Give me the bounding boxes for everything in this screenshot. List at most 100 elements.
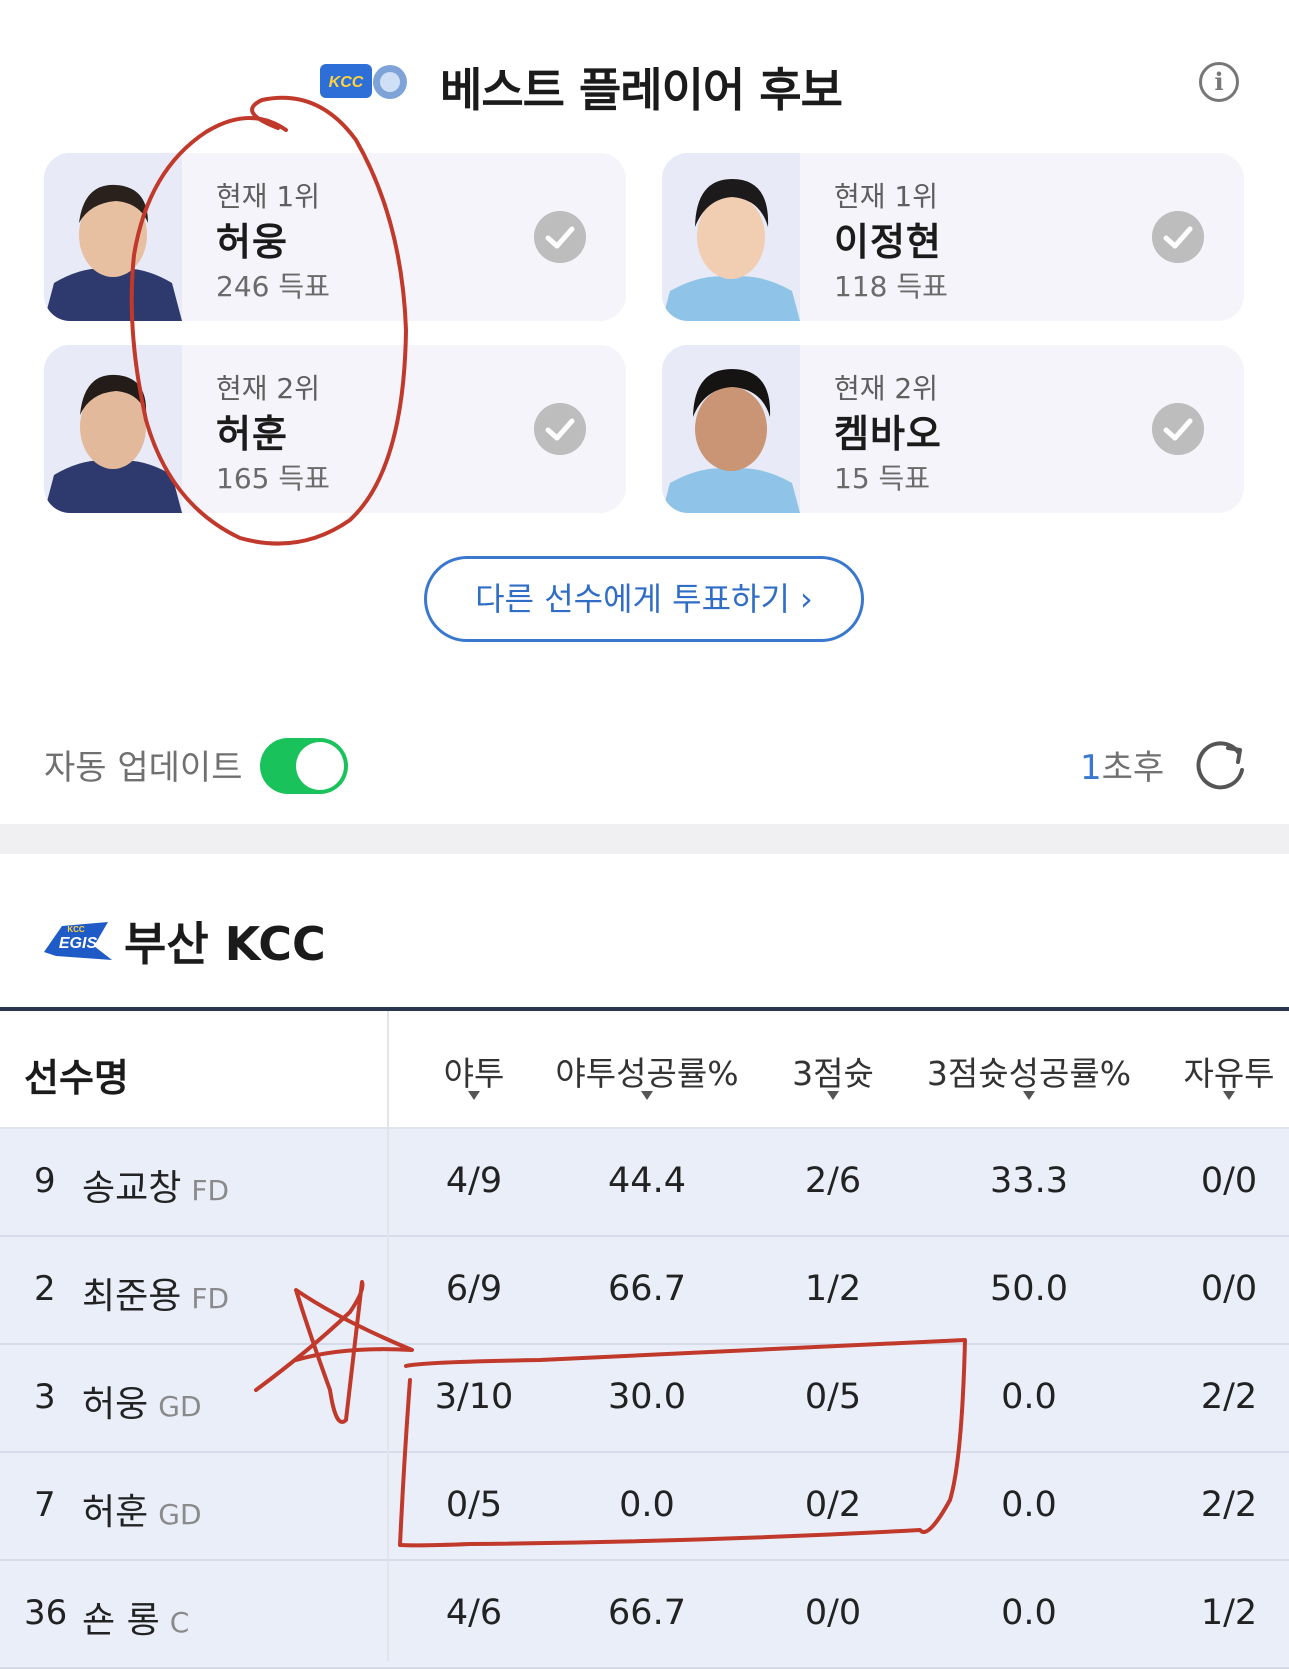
cell-fg: 6/9 [445, 1269, 503, 1309]
svg-text:EGIS: EGIS [59, 935, 98, 952]
candidate-name: 켐바오 [834, 412, 942, 456]
table-row[interactable]: 36 숀 롱 C 4/6 66.7 0/0 0.0 1/2 [0, 1561, 1289, 1669]
player-name-text: 송교창 [82, 1168, 182, 1209]
auto-update-label: 자동 업데이트 [44, 748, 243, 788]
info-icon[interactable]: i [1199, 62, 1239, 102]
candidate-card[interactable]: 현재 1위 이정현 118 득표 [662, 153, 1244, 321]
candidate-rank: 현재 1위 [216, 180, 320, 213]
player-number: 36 [24, 1593, 68, 1633]
candidate-rank: 현재 1위 [834, 180, 938, 213]
cell-ft: 1/2 [1200, 1593, 1258, 1633]
cell-three-pct: 33.3 [990, 1161, 1068, 1201]
refresh-icon[interactable] [1192, 736, 1250, 794]
column-header-ft[interactable]: 자유투 [1183, 1047, 1274, 1095]
candidate-name: 허웅 [216, 220, 288, 264]
table-header: 선수명 야투 야투성공률% 3점슛 3점슛성공률% 자유투 [0, 1011, 1289, 1129]
player-name-text: 허훈 [82, 1492, 149, 1533]
best-player-title: 베스트 플레이어 후보 [440, 63, 843, 117]
cell-ft: 2/2 [1200, 1485, 1258, 1525]
cell-three: 0/2 [804, 1485, 862, 1525]
table-row[interactable]: 3 허웅 GD 3/10 30.0 0/5 0.0 2/2 [0, 1345, 1289, 1453]
cell-fg: 4/9 [445, 1161, 503, 1201]
column-header-three-pct[interactable]: 3점슛성공률% [927, 1047, 1131, 1095]
team-name: 부산 KCC [124, 917, 326, 971]
cell-fg-pct: 66.7 [608, 1593, 686, 1633]
countdown-text: 1초후 [1080, 740, 1164, 789]
player-position: GD [158, 1390, 202, 1423]
player-name-text: 숀 롱 [82, 1600, 160, 1641]
cell-ft: 2/2 [1200, 1377, 1258, 1417]
player-photo [44, 345, 182, 513]
column-header-fg[interactable]: 야투 [444, 1047, 505, 1095]
column-header-fg-pct[interactable]: 야투성공률% [555, 1047, 738, 1095]
cell-fg-pct: 0.0 [619, 1485, 675, 1525]
cell-fg: 4/6 [445, 1593, 503, 1633]
player-position: C [169, 1606, 190, 1639]
cell-fg: 3/10 [434, 1377, 514, 1417]
candidate-card[interactable]: 현재 1위 허웅 246 득표 [44, 153, 626, 321]
player-name[interactable]: 허웅 GD [82, 1375, 202, 1427]
candidate-card[interactable]: 현재 2위 켐바오 15 득표 [662, 345, 1244, 513]
best-player-header: KCC 베스트 플레이어 후보 i [0, 40, 1289, 120]
cell-three: 0/0 [804, 1593, 862, 1633]
countdown-suffix: 초후 [1101, 748, 1165, 788]
kbl-logo-icon: KCC [320, 64, 407, 99]
kcc-egis-logo-icon: EGIS KCC [44, 922, 112, 960]
player-number: 2 [34, 1269, 56, 1309]
player-name-text: 최준용 [82, 1276, 182, 1317]
cell-three-pct: 50.0 [990, 1269, 1068, 1309]
check-icon[interactable] [534, 211, 586, 263]
countdown-number: 1 [1080, 748, 1102, 788]
candidate-rank: 현재 2위 [834, 372, 938, 405]
player-photo [662, 345, 800, 513]
player-number: 7 [34, 1485, 56, 1525]
player-number: 3 [34, 1377, 56, 1417]
frozen-column-divider [387, 1011, 389, 1661]
table-row[interactable]: 7 허훈 GD 0/5 0.0 0/2 0.0 2/2 [0, 1453, 1289, 1561]
column-header-name: 선수명 [24, 1056, 129, 1100]
svg-text:KCC: KCC [67, 925, 85, 934]
cell-three-pct: 0.0 [1001, 1485, 1057, 1525]
player-name[interactable]: 숀 롱C [82, 1591, 189, 1643]
sort-arrow-icon[interactable] [468, 1091, 480, 1100]
cell-fg-pct: 66.7 [608, 1269, 686, 1309]
check-icon[interactable] [534, 403, 586, 455]
player-name[interactable]: 최준용 FD [82, 1267, 229, 1319]
check-icon[interactable] [1152, 403, 1204, 455]
player-position: FD [191, 1174, 230, 1207]
cell-fg: 0/5 [445, 1485, 503, 1525]
cell-ft: 0/0 [1200, 1269, 1258, 1309]
cell-three: 2/6 [804, 1161, 862, 1201]
player-name[interactable]: 허훈 GD [82, 1483, 202, 1535]
player-photo [44, 153, 182, 321]
table-row[interactable]: 2 최준용 FD 6/9 66.7 1/2 50.0 0/0 [0, 1237, 1289, 1345]
cell-fg-pct: 30.0 [608, 1377, 686, 1417]
check-icon[interactable] [1152, 211, 1204, 263]
svg-text:KCC: KCC [329, 74, 364, 91]
sort-arrow-icon[interactable] [1223, 1091, 1235, 1100]
candidate-votes: 15 득표 [834, 462, 931, 495]
candidate-rank: 현재 2위 [216, 372, 320, 405]
table-row[interactable]: 9 송교창 FD 4/9 44.4 2/6 33.3 0/0 [0, 1129, 1289, 1237]
column-header-three[interactable]: 3점슛 [792, 1047, 874, 1095]
candidate-votes: 118 득표 [834, 270, 948, 303]
cell-fg-pct: 44.4 [608, 1161, 686, 1201]
candidate-votes: 165 득표 [216, 462, 330, 495]
candidate-name: 이정현 [834, 220, 942, 264]
toggle-knob [296, 742, 344, 790]
player-number: 9 [34, 1161, 56, 1201]
player-position: GD [158, 1498, 202, 1531]
candidate-card[interactable]: 현재 2위 허훈 165 득표 [44, 345, 626, 513]
vote-other-player-button[interactable]: 다른 선수에게 투표하기 › [424, 556, 864, 642]
candidate-votes: 246 득표 [216, 270, 330, 303]
candidate-name: 허훈 [216, 412, 288, 456]
cell-three-pct: 0.0 [1001, 1377, 1057, 1417]
player-name[interactable]: 송교창 FD [82, 1159, 229, 1211]
sort-arrow-icon[interactable] [827, 1091, 839, 1100]
auto-update-toggle[interactable] [260, 738, 348, 794]
player-position: FD [191, 1282, 230, 1315]
cell-ft: 0/0 [1200, 1161, 1258, 1201]
sort-arrow-icon[interactable] [641, 1091, 653, 1100]
cell-three: 0/5 [804, 1377, 862, 1417]
sort-arrow-icon[interactable] [1023, 1091, 1035, 1100]
